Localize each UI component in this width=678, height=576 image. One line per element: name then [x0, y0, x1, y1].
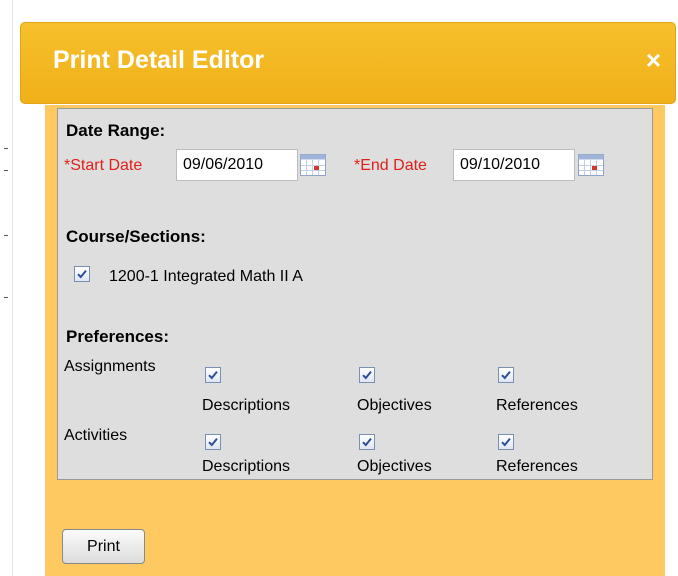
end-date-input[interactable]: [453, 149, 575, 181]
dialog-titlebar[interactable]: Print Detail Editor ×: [20, 22, 676, 104]
start-date-calendar-icon[interactable]: [300, 154, 326, 176]
activities-descriptions-checkbox[interactable]: [205, 434, 221, 450]
course-checkbox[interactable]: [74, 266, 90, 282]
course-label: 1200-1 Integrated Math II A: [109, 268, 303, 285]
activities-objectives-checkbox[interactable]: [359, 434, 375, 450]
start-date-label: *Start Date: [64, 157, 143, 174]
assignments-objectives-checkbox[interactable]: [359, 367, 375, 383]
activities-descriptions-label: Descriptions: [202, 458, 291, 475]
close-icon[interactable]: ×: [646, 47, 661, 73]
dialog-title: Print Detail Editor: [53, 46, 265, 74]
assignments-label: Assignments: [64, 358, 156, 375]
preferences-heading: Preferences:: [66, 327, 170, 346]
activities-references-checkbox[interactable]: [498, 434, 514, 450]
dialog-body: Date Range: *Start Date *End Date: [45, 105, 665, 576]
date-range-heading: Date Range:: [66, 121, 166, 140]
activities-references-label: References: [496, 458, 578, 475]
assignments-objectives-label: Objectives: [357, 397, 432, 414]
background-window-edge: [0, 0, 13, 576]
print-options-form: Date Range: *Start Date *End Date: [57, 108, 653, 480]
print-detail-editor-dialog: Print Detail Editor × Date Range: *Start…: [20, 10, 676, 576]
course-sections-heading: Course/Sections:: [66, 227, 206, 246]
activities-objectives-label: Objectives: [357, 458, 432, 475]
activities-label: Activities: [64, 427, 128, 444]
assignments-descriptions-label: Descriptions: [202, 397, 291, 414]
end-date-label: *End Date: [354, 157, 427, 174]
print-button[interactable]: Print: [62, 529, 145, 564]
end-date-calendar-icon[interactable]: [578, 154, 604, 176]
assignments-descriptions-checkbox[interactable]: [205, 367, 221, 383]
assignments-references-label: References: [496, 397, 578, 414]
assignments-references-checkbox[interactable]: [498, 367, 514, 383]
start-date-input[interactable]: [176, 149, 298, 181]
